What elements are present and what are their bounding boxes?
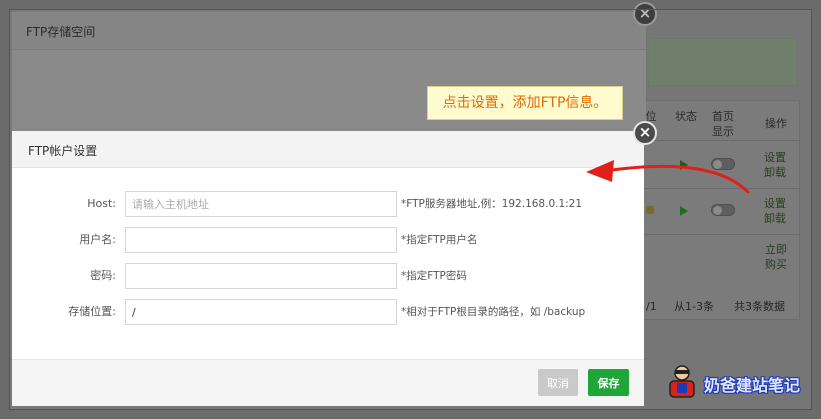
annotation-arrow (586, 160, 750, 194)
avatar-icon (669, 365, 695, 398)
watermark-text: 奶爸建站笔记 (704, 376, 801, 395)
watermark: 奶爸建站笔记 (664, 362, 812, 402)
